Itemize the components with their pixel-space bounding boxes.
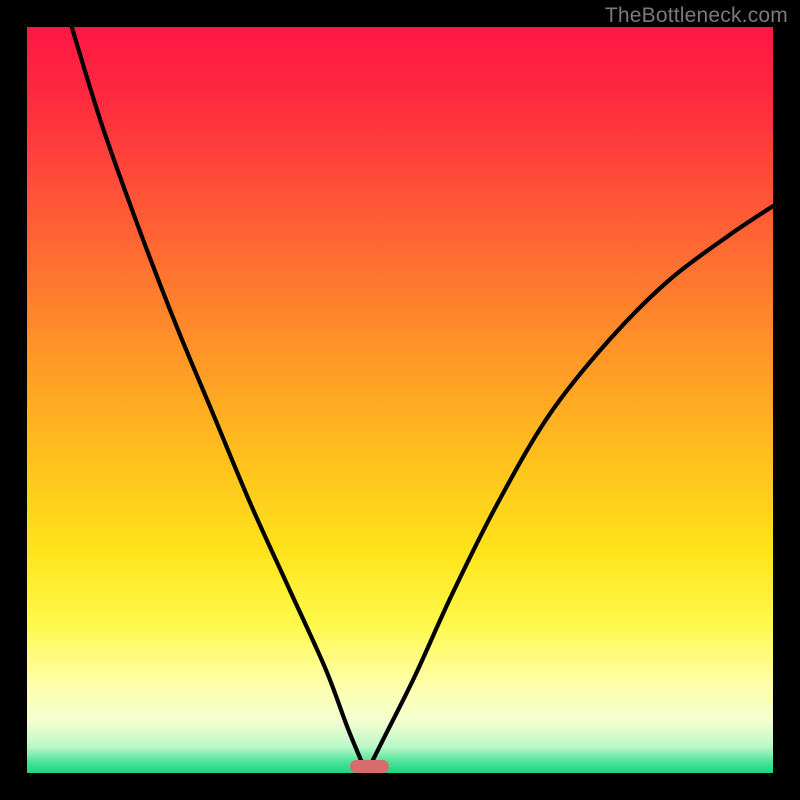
optimum-marker [350, 760, 389, 773]
outer-frame: TheBottleneck.com [0, 0, 800, 800]
plot-background [27, 27, 773, 773]
bottleneck-chart [0, 0, 800, 800]
